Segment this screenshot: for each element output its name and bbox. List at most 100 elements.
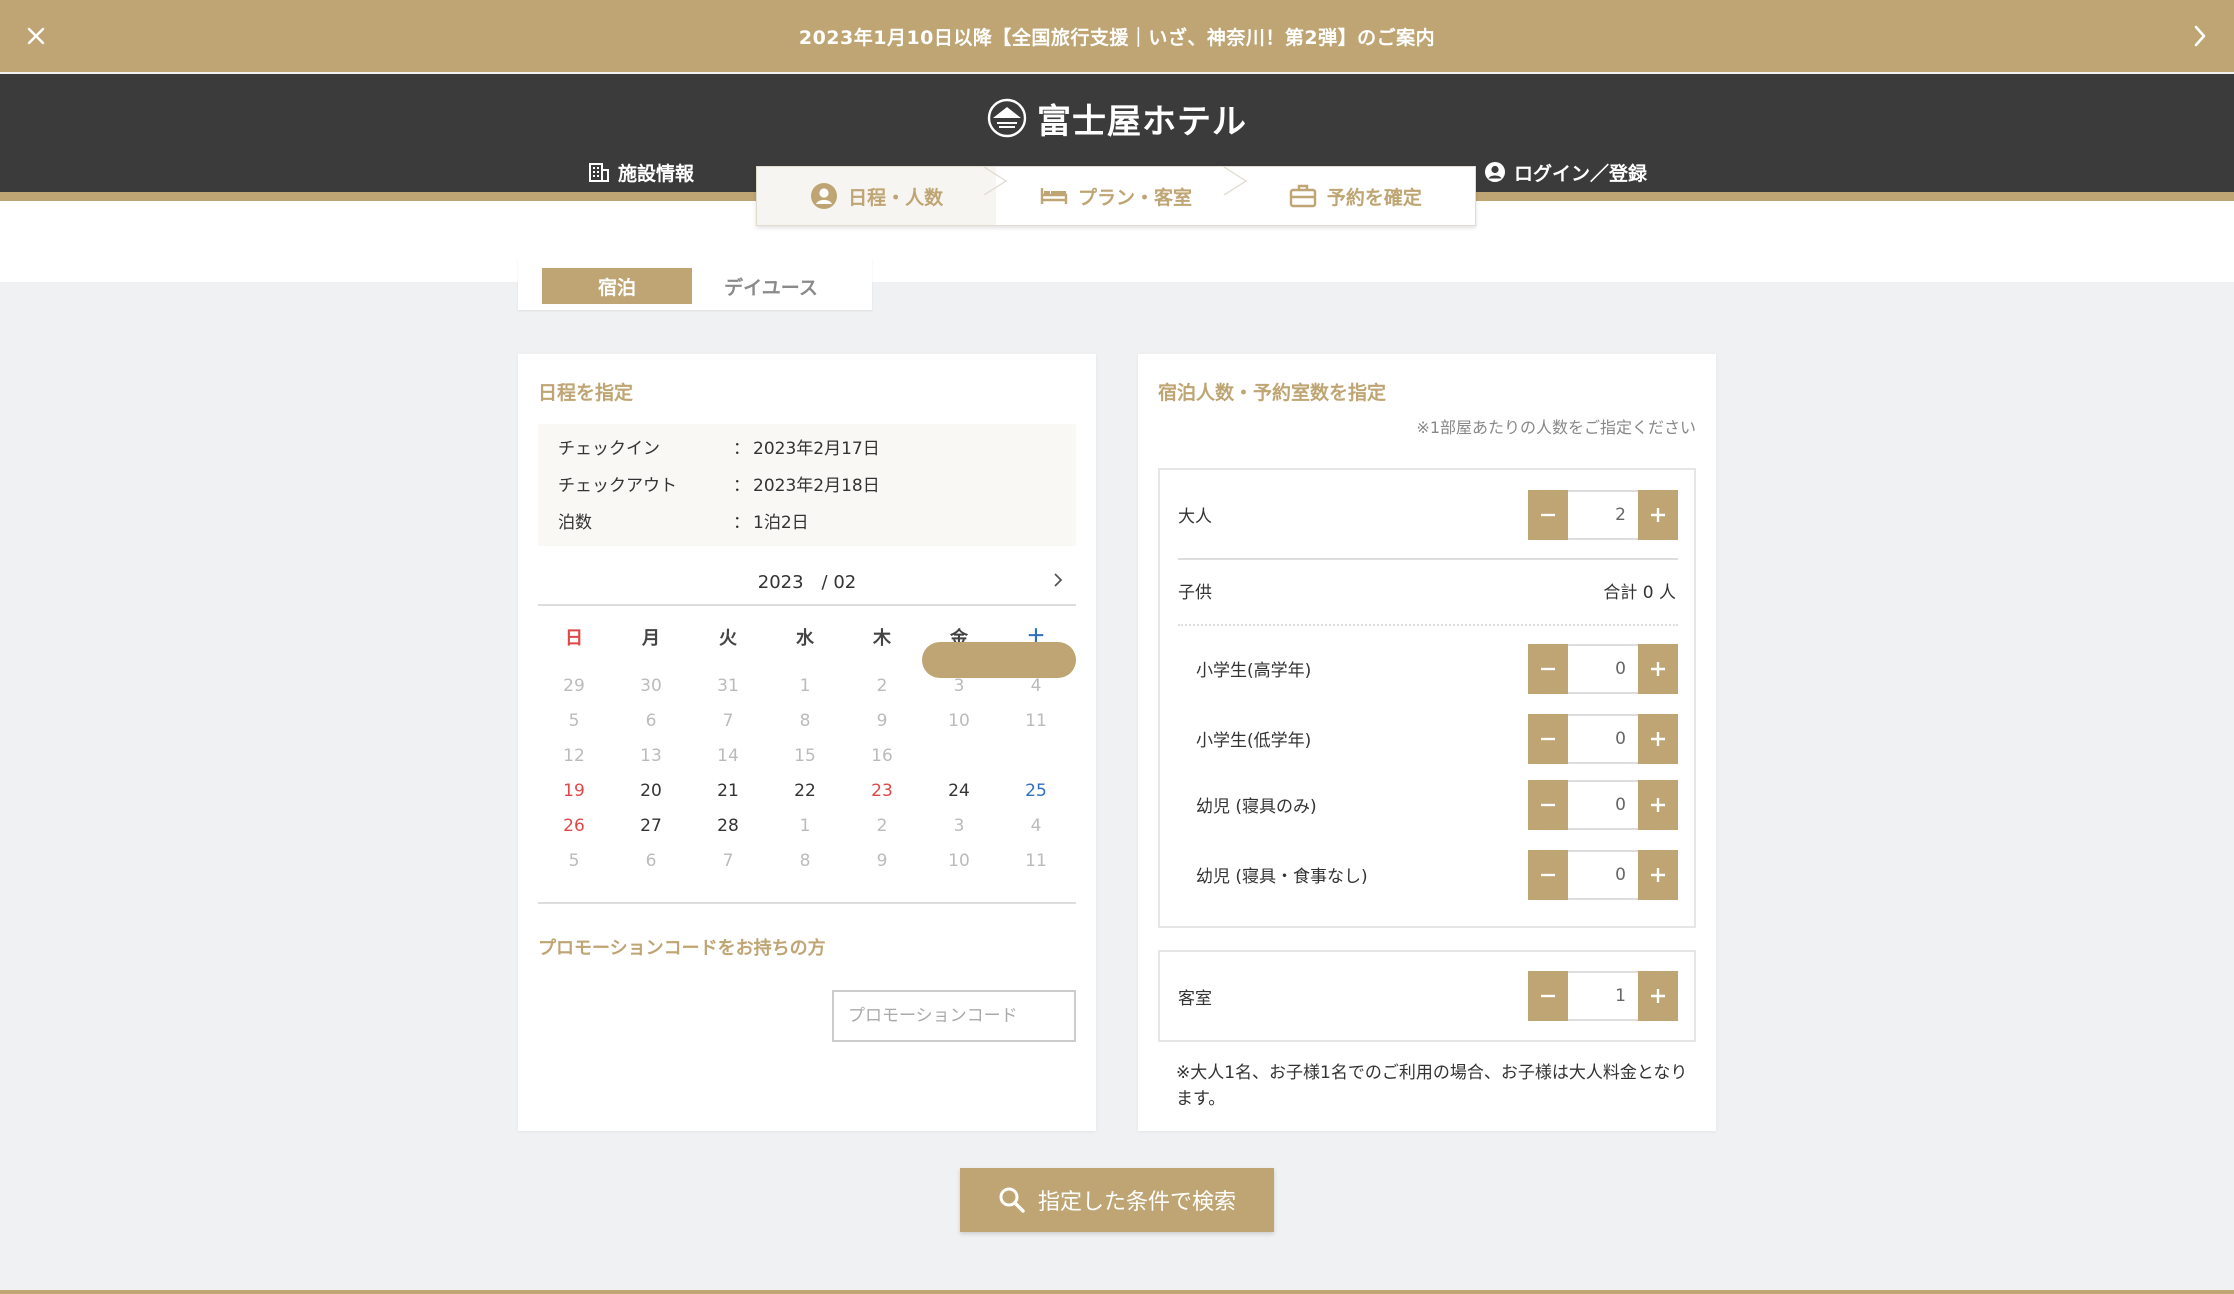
infant-bed-count[interactable]: 0 bbox=[1568, 780, 1638, 830]
weekday-header: 月 bbox=[642, 628, 660, 649]
calendar-day: 6 bbox=[645, 711, 657, 731]
building-icon bbox=[589, 163, 609, 182]
calendar-day: 14 bbox=[717, 746, 739, 766]
checkout-row: チェックアウト ： 2023年2月18日 bbox=[558, 471, 1058, 497]
user-circle-icon bbox=[1485, 162, 1505, 182]
plus-icon[interactable] bbox=[1638, 714, 1678, 764]
minus-icon[interactable] bbox=[1528, 780, 1568, 830]
banner-text[interactable]: 2023年1月10日以降【全国旅行支援｜いざ、神奈川！第2弾】のご案内 bbox=[799, 23, 1435, 50]
guests-panel: 宿泊人数・予約室数を指定 ※1部屋あたりの人数をご指定ください 大人 2 子供 … bbox=[1138, 354, 1716, 1131]
calendar-day[interactable]: 24 bbox=[929, 775, 989, 807]
calendar-day: 4 bbox=[1030, 816, 1042, 836]
step-plan-room[interactable]: プラン・客室 bbox=[996, 167, 1247, 225]
chevron-right-icon[interactable] bbox=[2182, 18, 2218, 54]
calendar-day: 10 bbox=[948, 851, 970, 871]
booking-steps: 日程・人数 プラン・客室 予約を確定 bbox=[756, 166, 1476, 226]
plus-icon[interactable] bbox=[1638, 971, 1678, 1021]
calendar-day[interactable]: 20 bbox=[621, 775, 681, 807]
elementary-low-stepper[interactable]: 0 bbox=[1528, 714, 1678, 764]
room-label: 客室 bbox=[1178, 989, 1212, 1009]
elementary-high-count[interactable]: 0 bbox=[1568, 644, 1638, 694]
login-register-link[interactable]: ログイン／登録 bbox=[1484, 158, 1647, 186]
search-button[interactable]: 指定した条件で検索 bbox=[960, 1168, 1274, 1232]
calendar-day[interactable]: 21 bbox=[698, 775, 758, 807]
calendar-day: 29 bbox=[563, 676, 585, 696]
step-confirm[interactable]: 予約を確定 bbox=[1236, 167, 1475, 225]
calendar-day: 8 bbox=[799, 711, 811, 731]
footer-accent-bar bbox=[0, 1290, 2234, 1294]
calendar-day[interactable]: 18 bbox=[1006, 740, 1066, 772]
minus-icon[interactable] bbox=[1528, 490, 1568, 540]
infant-none-label: 幼児 (寝具・食事なし) bbox=[1196, 867, 1368, 887]
calendar-day[interactable]: 19 bbox=[544, 775, 604, 807]
hotel-logo[interactable]: 富士屋ホテル bbox=[0, 96, 2234, 142]
adult-stepper[interactable]: 2 bbox=[1528, 490, 1678, 540]
plus-icon[interactable] bbox=[1638, 850, 1678, 900]
step-separator bbox=[983, 167, 1008, 195]
tab-day-use[interactable]: デイユース bbox=[696, 268, 846, 304]
calendar-day[interactable]: 27 bbox=[621, 810, 681, 842]
child-total: 合計 0 人 bbox=[1603, 583, 1676, 603]
infant-none-stepper[interactable]: 0 bbox=[1528, 850, 1678, 900]
search-icon bbox=[999, 1187, 1025, 1213]
checkout-label: チェックアウト bbox=[558, 476, 677, 496]
minus-icon[interactable] bbox=[1528, 714, 1568, 764]
calendar-day[interactable]: 28 bbox=[698, 810, 758, 842]
step-label: 予約を確定 bbox=[1326, 186, 1422, 209]
checkout-value: 2023年2月18日 bbox=[753, 476, 880, 496]
calendar-day: 13 bbox=[640, 746, 662, 766]
calendar-day: 5 bbox=[568, 851, 580, 871]
minus-icon[interactable] bbox=[1528, 971, 1568, 1021]
checkin-label: チェックイン bbox=[558, 439, 660, 459]
chevron-right-icon[interactable] bbox=[1046, 568, 1070, 592]
minus-icon[interactable] bbox=[1528, 850, 1568, 900]
room-stepper[interactable]: 1 bbox=[1528, 971, 1678, 1021]
facility-info-link[interactable]: 施設情報 bbox=[588, 158, 694, 186]
calendar-day: 9 bbox=[876, 711, 888, 731]
infant-bed-label: 幼児 (寝具のみ) bbox=[1196, 797, 1317, 817]
guests-note: ※1部屋あたりの人数をご指定ください bbox=[1416, 418, 1696, 437]
stay-type-tabs: 宿泊 デイユース bbox=[518, 258, 872, 310]
schedule-panel: 日程を指定 チェックイン ： 2023年2月17日 チェックアウト ： 2023… bbox=[518, 354, 1096, 1131]
plus-icon[interactable] bbox=[1638, 644, 1678, 694]
calendar-day: 11 bbox=[1025, 711, 1047, 731]
adult-count[interactable]: 2 bbox=[1568, 490, 1638, 540]
calendar-day[interactable]: 26 bbox=[544, 810, 604, 842]
guests-title: 宿泊人数・予約室数を指定 bbox=[1158, 382, 1387, 404]
calendar-day[interactable]: 23 bbox=[852, 775, 912, 807]
divider bbox=[1178, 558, 1678, 560]
minus-icon[interactable] bbox=[1528, 644, 1568, 694]
plus-icon[interactable] bbox=[1638, 780, 1678, 830]
promo-code-input[interactable] bbox=[832, 990, 1076, 1042]
weekday-header: 日 bbox=[565, 628, 583, 649]
infant-bed-stepper[interactable]: 0 bbox=[1528, 780, 1678, 830]
calendar-day: 16 bbox=[871, 746, 893, 766]
close-icon[interactable] bbox=[18, 18, 54, 54]
calendar-day: 31 bbox=[717, 676, 739, 696]
calendar-day: 7 bbox=[722, 711, 734, 731]
plus-icon[interactable] bbox=[1638, 490, 1678, 540]
calendar-day[interactable]: 17 bbox=[929, 740, 989, 772]
calendar-day: 30 bbox=[640, 676, 662, 696]
calendar-day: 10 bbox=[948, 711, 970, 731]
nights-row: 泊数 ： 1泊2日 bbox=[558, 508, 1058, 534]
infant-none-count[interactable]: 0 bbox=[1568, 850, 1638, 900]
elementary-low-label: 小学生(低学年) bbox=[1196, 731, 1312, 751]
room-count[interactable]: 1 bbox=[1568, 971, 1638, 1021]
tab-stay[interactable]: 宿泊 bbox=[542, 268, 692, 304]
elementary-high-stepper[interactable]: 0 bbox=[1528, 644, 1678, 694]
calendar-day: 15 bbox=[794, 746, 816, 766]
login-register-label: ログイン／登録 bbox=[1514, 162, 1648, 185]
guest-count-box: 大人 2 子供 合計 0 人 小学生(高学年) 0 小学生(低学年) 0 bbox=[1158, 468, 1696, 794]
adult-label: 大人 bbox=[1178, 507, 1212, 527]
calendar-day: 4 bbox=[1030, 676, 1042, 696]
colon: ： bbox=[733, 513, 750, 533]
logo-emblem-icon bbox=[987, 98, 1027, 138]
colon: ： bbox=[733, 439, 750, 459]
schedule-summary: チェックイン ： 2023年2月17日 チェックアウト ： 2023年2月18日… bbox=[538, 424, 1076, 546]
calendar-day[interactable]: 25 bbox=[1006, 775, 1066, 807]
room-count-box: 客室 1 bbox=[1158, 950, 1696, 1042]
elementary-low-count[interactable]: 0 bbox=[1568, 714, 1638, 764]
step-schedule[interactable]: 日程・人数 bbox=[757, 167, 1008, 225]
calendar-day[interactable]: 22 bbox=[775, 775, 835, 807]
